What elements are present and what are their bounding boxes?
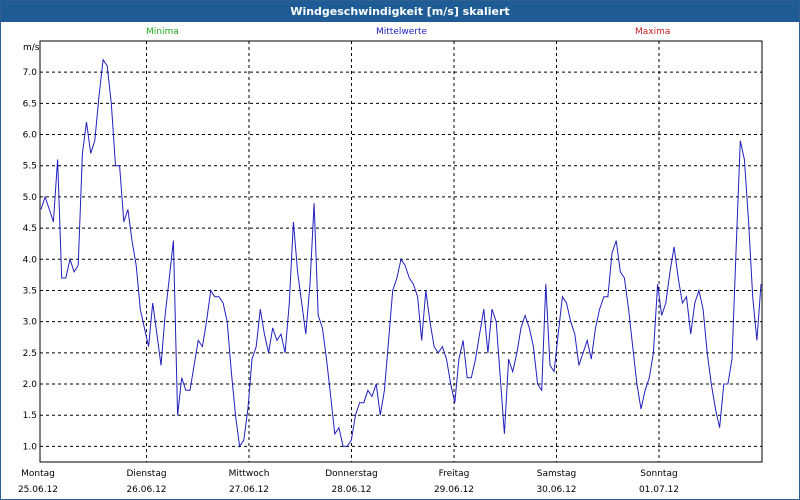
y-tick-labels: 1.0 1.5 2.0 2.5 3.0 3.5 4.0 4.5 5.0 5.5 6.0 6.5 7.0 — [23, 68, 38, 452]
x-tick-labels: Montag 25.06.12 Dienstag 26.06.12 Mittwoch 27… — [18, 469, 679, 495]
legend-maxima: Maxima — [635, 27, 670, 37]
y-tick-label: 7.0 — [23, 68, 38, 78]
chart-window: Windgeschwindigkeit [m/s] skaliert m/s M… — [0, 0, 800, 500]
x-tick-date: 01.07.12 — [639, 485, 679, 495]
y-tick-label: 2.5 — [23, 349, 37, 359]
y-tick-label: 3.5 — [23, 286, 37, 296]
plot-frame — [39, 40, 763, 463]
y-tick-label: 5.0 — [23, 193, 38, 203]
legend-minima: Minima — [146, 27, 179, 37]
x-tick-date: 29.06.12 — [434, 485, 474, 495]
y-tick-label: 1.0 — [23, 442, 38, 452]
series-line-mittelwerte — [40, 58, 762, 448]
x-tick-date: 30.06.12 — [536, 485, 576, 495]
y-tick-label: 1.5 — [23, 411, 37, 421]
x-tick-day: Samstag — [537, 469, 576, 479]
y-tick-label: 6.5 — [23, 99, 37, 109]
y-tick-label: 5.5 — [23, 162, 37, 172]
x-tick-day: Mittwoch — [229, 469, 270, 479]
grid-layer — [40, 41, 762, 462]
y-axis-unit-label: m/s — [23, 43, 40, 53]
y-tick-label: 3.0 — [23, 318, 38, 328]
chart-canvas: m/s Minima Mittelwerte Maxima 1.0 1.5 2.0 2… — [18, 27, 763, 495]
x-tick-date: 26.06.12 — [126, 485, 166, 495]
y-tick-label: 6.0 — [23, 131, 38, 141]
x-tick-day: Sonntag — [640, 469, 677, 479]
x-tick-date: 28.06.12 — [331, 485, 371, 495]
x-tick-day: Dienstag — [126, 469, 166, 479]
y-tick-label: 2.0 — [23, 380, 38, 390]
y-tick-label: 4.0 — [23, 255, 38, 265]
y-tick-label: 4.5 — [23, 224, 37, 234]
x-tick-date: 25.06.12 — [18, 485, 58, 495]
x-tick-day: Donnerstag — [325, 469, 378, 479]
series-layer — [40, 58, 762, 448]
x-tick-date: 27.06.12 — [229, 485, 269, 495]
window-title: Windgeschwindigkeit [m/s] skaliert — [1, 1, 799, 22]
x-tick-day: Freitag — [439, 469, 470, 479]
legend-mittelwerte: Mittelwerte — [376, 27, 427, 37]
x-tick-day: Montag — [21, 469, 55, 479]
